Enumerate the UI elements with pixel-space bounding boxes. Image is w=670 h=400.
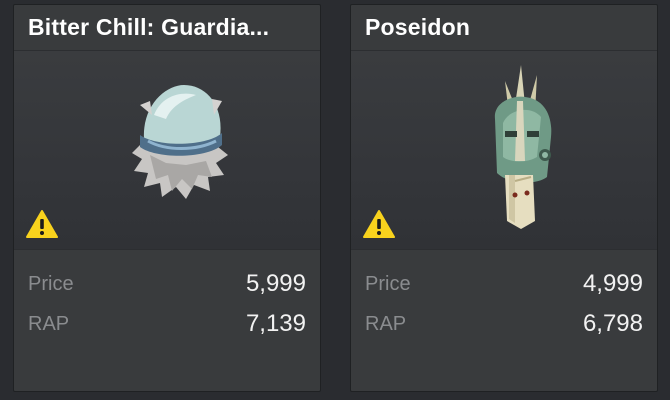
price-value: 4,999 — [582, 270, 643, 297]
item-title[interactable]: Bitter Chill: Guardia... — [14, 5, 320, 51]
warning-icon — [363, 210, 395, 238]
price-row: Price 5,999 — [28, 264, 306, 304]
rap-label: RAP — [28, 312, 70, 335]
rap-row: RAP 7,139 — [28, 304, 306, 344]
item-card[interactable]: Bitter Chill: Guardia... Price 5,999 RAP… — [13, 4, 321, 392]
item-stats: Price 4,999 RAP 6,798 — [351, 250, 657, 344]
ice-helmet-icon — [132, 85, 228, 199]
rap-label: RAP — [365, 312, 407, 335]
rap-value: 7,139 — [245, 310, 306, 337]
price-value: 5,999 — [245, 270, 306, 297]
item-stats: Price 5,999 RAP 7,139 — [14, 250, 320, 344]
trident-helmet-icon — [494, 65, 552, 229]
price-label: Price — [28, 272, 74, 295]
item-card[interactable]: Poseidon Price 4,999 RAP 6,798 — [350, 4, 658, 392]
item-thumbnail[interactable] — [14, 51, 320, 250]
price-label: Price — [365, 272, 411, 295]
rap-row: RAP 6,798 — [365, 304, 643, 344]
item-card-row: Bitter Chill: Guardia... Price 5,999 RAP… — [0, 0, 670, 400]
warning-icon — [26, 210, 58, 238]
item-thumbnail[interactable] — [351, 51, 657, 250]
rap-value: 6,798 — [582, 310, 643, 337]
price-row: Price 4,999 — [365, 264, 643, 304]
item-title[interactable]: Poseidon — [351, 5, 657, 51]
